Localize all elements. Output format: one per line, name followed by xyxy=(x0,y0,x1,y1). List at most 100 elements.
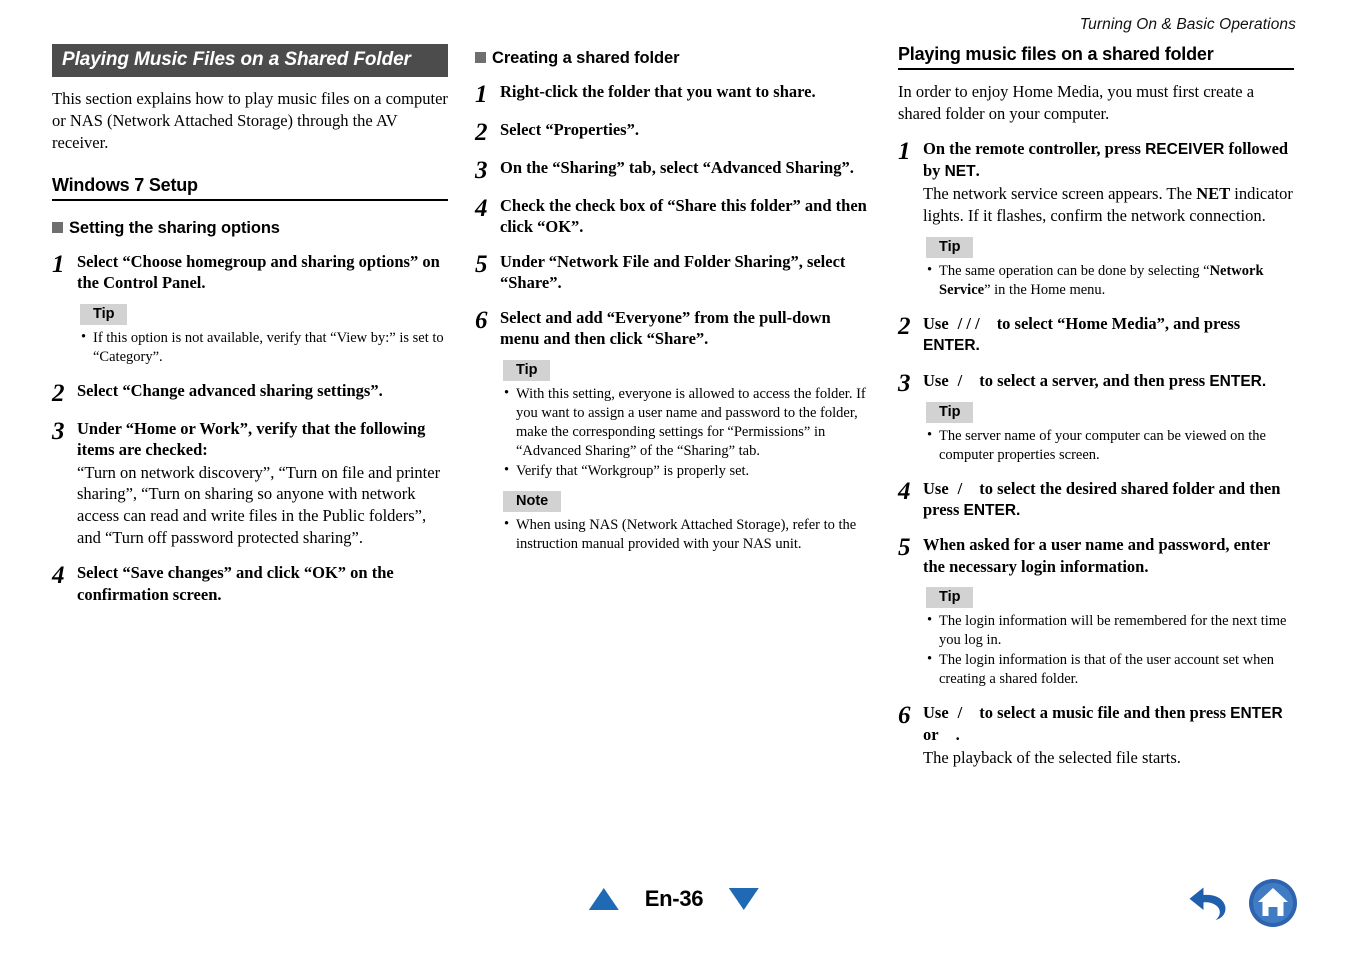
step-item: 2 Select “Change advanced sharing settin… xyxy=(52,379,448,407)
sub-heading-sharing-options: Setting the sharing options xyxy=(52,219,448,238)
section-heading-playing-music: Playing music files on a shared folder xyxy=(898,44,1294,70)
step-item: 2 Use / / / to select “Home Media”, and pr… xyxy=(898,313,1294,357)
step-title: Use / to select a music file and then pres… xyxy=(923,702,1294,746)
note-callout: Note When using NAS (Network Attached St… xyxy=(503,490,871,554)
step-number: 1 xyxy=(52,250,65,278)
column-three: Playing music files on a shared folder I… xyxy=(898,44,1294,769)
step-body: Use / to select a music file and then pres… xyxy=(923,702,1294,769)
step-title: Select “Save changes” and click “OK” on … xyxy=(77,563,394,604)
step-body: Select “Properties”. xyxy=(500,119,871,140)
step-title: Under “Home or Work”, verify that the fo… xyxy=(77,418,426,460)
step-body: When asked for a user name and password,… xyxy=(923,534,1294,689)
step-body: Select and add “Everyone” from the pull-… xyxy=(500,307,871,554)
note-list: When using NAS (Network Attached Storage… xyxy=(503,515,871,554)
step-title-text: . xyxy=(975,161,980,181)
step-item: 5 When asked for a user name and passwor… xyxy=(898,534,1294,689)
step-title: Use / to select the desired shared folder … xyxy=(923,478,1294,522)
step-body: Under “Home or Work”, verify that the fo… xyxy=(77,418,448,550)
tip-list: The login information will be remembered… xyxy=(926,611,1294,689)
square-bullet-icon xyxy=(52,221,63,233)
step-number: 3 xyxy=(898,369,911,397)
column-one: Playing Music Files on a Shared Folder T… xyxy=(52,44,448,769)
use-label: Use xyxy=(923,314,949,333)
step-item: 3 Use / to select a server, and then press… xyxy=(898,370,1294,465)
triangle-up-icon[interactable] xyxy=(588,888,619,910)
step-title-text: On the remote controller, press xyxy=(923,138,1146,158)
step-item: 4 Use / to select the desired shared folde… xyxy=(898,478,1294,522)
key-net-inline: NET xyxy=(1196,184,1231,204)
page-footer: En-36 xyxy=(0,878,1348,934)
page-number-label: En-36 xyxy=(644,886,704,911)
tip-callout: Tip The login information will be rememb… xyxy=(926,587,1294,689)
triangle-down-icon[interactable] xyxy=(729,888,760,910)
list-item: The login information will be remembered… xyxy=(926,611,1294,650)
page-columns: Playing Music Files on a Shared Folder T… xyxy=(52,44,1297,769)
step-body: Select “Change advanced sharing settings… xyxy=(77,380,448,401)
step-title: Select “Choose homegroup and sharing opt… xyxy=(77,251,440,293)
desc-text: The network service screen appears. The xyxy=(923,184,1197,204)
page-navigation: En-36 xyxy=(588,886,760,912)
step-title: On the remote controller, press RECEIVER… xyxy=(923,138,1294,182)
tip-callout: Tip With this setting, everyone is allow… xyxy=(503,359,871,481)
step-body: Use / / / to select “Home Media”, and pres… xyxy=(923,313,1294,357)
step-title: On the “Sharing” tab, select “Advanced S… xyxy=(500,158,854,177)
step-description: The network service screen appears. The … xyxy=(923,183,1294,227)
key-enter: ENTER xyxy=(1230,705,1283,723)
key-enter: ENTER. xyxy=(1209,372,1267,390)
key-enter: ENTER. xyxy=(923,337,980,355)
use-label: Use xyxy=(923,478,949,498)
tip-list: The same operation can be done by select… xyxy=(926,261,1294,300)
intro-paragraph: In order to enjoy Home Media, you must f… xyxy=(898,82,1255,123)
step-item: 6 Select and add “Everyone” from the pul… xyxy=(475,307,871,554)
list-item: With this setting, everyone is allowed t… xyxy=(503,384,871,461)
step-number: 4 xyxy=(52,562,65,590)
step-number: 2 xyxy=(475,119,488,146)
sub-heading-label: Creating a shared folder xyxy=(492,49,680,67)
footer-actions xyxy=(1186,878,1298,928)
tip-callout: Tip The server name of your computer can… xyxy=(926,401,1294,465)
step-body: On the remote controller, press RECEIVER… xyxy=(923,138,1294,300)
running-header: Turning On & Basic Operations xyxy=(1079,16,1296,33)
step-title-text: to select a music file and then press xyxy=(979,703,1231,723)
step-body: Check the check box of “Share this folde… xyxy=(500,195,871,238)
step-title: Right-click the folder that you want to … xyxy=(500,82,816,101)
step-body: Use / to select a server, and then press E… xyxy=(923,370,1294,465)
step-number: 3 xyxy=(475,157,488,184)
tip-text: The same operation can be done by select… xyxy=(939,263,1210,280)
page-title-banner: Playing Music Files on a Shared Folder xyxy=(52,44,448,77)
step-body: Right-click the folder that you want to … xyxy=(500,81,871,102)
sub-heading-creating-shared-folder: Creating a shared folder xyxy=(475,49,871,68)
column-two: Creating a shared folder 1 Right-click t… xyxy=(475,44,871,769)
back-arrow-icon[interactable] xyxy=(1186,881,1234,925)
tip-callout: Tip The same operation can be done by se… xyxy=(926,237,1294,300)
sub-heading-label: Setting the sharing options xyxy=(69,218,280,237)
tip-callout: Tip If this option is not available, ver… xyxy=(80,303,448,367)
step-number: 2 xyxy=(898,313,911,340)
step-title: Select and add “Everyone” from the pull-… xyxy=(500,307,831,349)
intro-paragraph: This section explains how to play music … xyxy=(52,89,448,152)
tip-badge: Tip xyxy=(80,303,128,325)
step-title: Use / / / to select “Home Media”, and pres… xyxy=(923,313,1294,357)
step-body: Use / to select the desired shared folder … xyxy=(923,478,1294,522)
tip-list: The server name of your computer can be … xyxy=(926,426,1294,465)
step-item: 6 Use / to select a music file and then pr… xyxy=(898,702,1294,769)
home-icon[interactable] xyxy=(1248,878,1298,928)
list-item: The login information is that of the use… xyxy=(926,650,1294,689)
slash-separators: / xyxy=(957,478,963,498)
step-number: 2 xyxy=(52,379,65,407)
step-item: 1 On the remote controller, press RECEIV… xyxy=(898,138,1294,300)
list-item: When using NAS (Network Attached Storage… xyxy=(503,515,871,554)
step-number: 1 xyxy=(898,137,911,165)
step-number: 4 xyxy=(475,195,488,222)
step-title-text: . xyxy=(955,725,960,745)
step-item: 4 Check the check box of “Share this fol… xyxy=(475,195,871,238)
list-item: If this option is not available, verify … xyxy=(80,328,448,367)
key-enter: ENTER. xyxy=(963,502,1021,520)
square-bullet-icon xyxy=(475,52,486,63)
step-title-text: to select a server, and then press xyxy=(979,370,1210,390)
step-number: 5 xyxy=(898,534,911,562)
or-label: or xyxy=(923,725,939,745)
step-item: 4 Select “Save changes” and click “OK” o… xyxy=(52,562,448,605)
step-item: 3 Under “Home or Work”, verify that the … xyxy=(52,418,448,550)
step-body: Under “Network File and Folder Sharing”,… xyxy=(500,251,871,294)
